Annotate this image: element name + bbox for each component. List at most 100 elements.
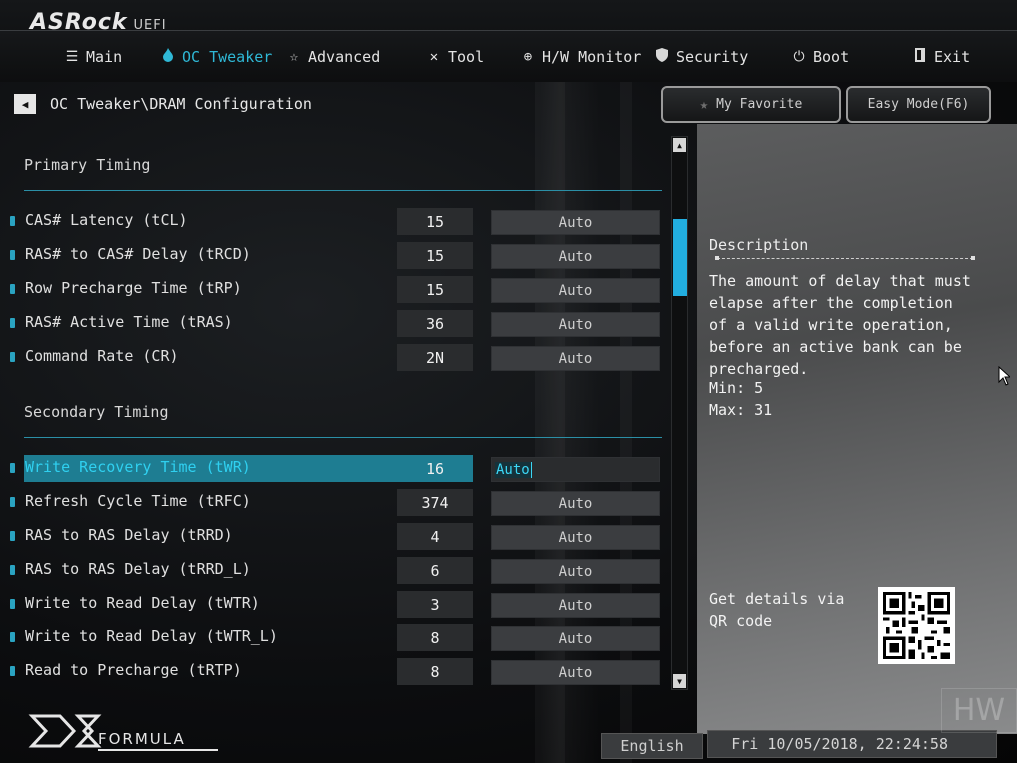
setting-row[interactable]: Write to Read Delay (tWTR_L) 8 Auto xyxy=(10,624,662,651)
current-value: 8 xyxy=(397,624,473,651)
section-divider xyxy=(24,190,662,191)
current-value: 2N xyxy=(397,344,473,371)
row-marker xyxy=(10,284,15,294)
setting-row[interactable]: RAS# to CAS# Delay (tRCD) 15 Auto xyxy=(10,242,662,269)
current-value: 3 xyxy=(397,591,473,618)
setting-row[interactable]: RAS# Active Time (tRAS) 36 Auto xyxy=(10,310,662,337)
current-value: 36 xyxy=(397,310,473,337)
easy-mode-label: Easy Mode(F6) xyxy=(867,97,970,112)
star-outline-icon: ☆ xyxy=(289,49,299,65)
scroll-up-arrow-icon[interactable]: ▲ xyxy=(673,138,686,152)
setting-option-field[interactable]: Auto xyxy=(491,491,660,516)
current-value: 8 xyxy=(397,658,473,685)
description-title: Description xyxy=(709,236,809,254)
tab-hw-monitor[interactable]: ⊕ H/W Monitor xyxy=(520,48,642,66)
shield-icon xyxy=(654,48,670,66)
exit-door-icon xyxy=(912,48,928,66)
tab-tool[interactable]: ✕ Tool xyxy=(426,48,484,66)
tab-main[interactable]: ☰ Main xyxy=(64,48,122,66)
setting-row[interactable]: Refresh Cycle Time (tRFC) 374 Auto xyxy=(10,489,662,516)
language-selector[interactable]: English xyxy=(601,733,703,759)
setting-row-selected[interactable]: Write Recovery Time (tWR) 16 Auto xyxy=(10,455,662,482)
breadcrumb: ◀ OC Tweaker\DRAM Configuration xyxy=(14,94,312,114)
setting-row[interactable]: CAS# Latency (tCL) 15 Auto xyxy=(10,208,662,235)
flame-icon xyxy=(160,48,176,66)
tab-security[interactable]: Security xyxy=(654,48,748,66)
setting-label: RAS# to CAS# Delay (tRCD) xyxy=(25,245,251,263)
description-panel xyxy=(697,124,1017,734)
setting-option-field[interactable]: Auto xyxy=(491,525,660,550)
monitor-target-icon: ⊕ xyxy=(523,49,533,65)
tab-label: Boot xyxy=(813,48,850,66)
scroll-down-arrow-icon[interactable]: ▼ xyxy=(673,674,686,688)
row-marker xyxy=(10,216,15,226)
setting-row[interactable]: Row Precharge Time (tRP) 15 Auto xyxy=(10,276,662,303)
back-arrow-icon[interactable]: ◀ xyxy=(14,94,36,114)
setting-label: Write Recovery Time (tWR) xyxy=(25,458,251,476)
row-marker xyxy=(10,318,15,328)
setting-label: RAS to RAS Delay (tRRD_L) xyxy=(25,560,251,578)
current-value: 6 xyxy=(397,557,473,584)
current-value: 15 xyxy=(397,208,473,235)
row-marker xyxy=(10,666,15,676)
setting-option-field[interactable]: Auto xyxy=(491,559,660,584)
setting-label: CAS# Latency (tCL) xyxy=(25,211,188,229)
current-value: 4 xyxy=(397,523,473,550)
qr-code-icon xyxy=(878,587,955,664)
row-marker xyxy=(10,565,15,575)
setting-option-field[interactable]: Auto xyxy=(491,346,660,371)
power-icon: ⏻ xyxy=(793,49,805,65)
setting-option-field[interactable]: Auto xyxy=(491,660,660,685)
row-marker xyxy=(10,632,15,642)
tab-label: Advanced xyxy=(308,48,381,66)
easy-mode-button[interactable]: Easy Mode(F6) xyxy=(846,86,991,123)
tab-label: Tool xyxy=(448,48,485,66)
my-favorite-button[interactable]: ★ My Favorite xyxy=(661,86,841,123)
tab-label: Exit xyxy=(934,48,971,66)
my-favorite-label: My Favorite xyxy=(716,97,803,112)
scrollbar-thumb[interactable] xyxy=(673,219,687,296)
setting-label: RAS# Active Time (tRAS) xyxy=(25,313,233,331)
tab-boot[interactable]: ⏻ Boot xyxy=(791,48,849,66)
tab-label: H/W Monitor xyxy=(542,48,642,66)
row-marker xyxy=(10,599,15,609)
setting-row[interactable]: RAS to RAS Delay (tRRD) 4 Auto xyxy=(10,523,662,550)
setting-label: Write to Read Delay (tWTR_L) xyxy=(25,627,278,645)
row-marker xyxy=(10,497,15,507)
setting-label: RAS to RAS Delay (tRRD) xyxy=(25,526,233,544)
tab-advanced[interactable]: ☆ Advanced xyxy=(286,48,380,66)
star-icon: ★ xyxy=(699,96,709,113)
current-value: 374 xyxy=(397,489,473,516)
description-text: The amount of delay that must elapse aft… xyxy=(709,272,971,378)
setting-option-field[interactable]: Auto xyxy=(491,626,660,651)
tab-exit[interactable]: Exit xyxy=(912,48,970,66)
tab-oc-tweaker[interactable]: OC Tweaker xyxy=(160,48,272,66)
row-marker xyxy=(10,531,15,541)
setting-option-field[interactable]: Auto xyxy=(491,244,660,269)
list-icon: ☰ xyxy=(65,49,79,65)
setting-row[interactable]: RAS to RAS Delay (tRRD_L) 6 Auto xyxy=(10,557,662,584)
qr-caption: Get details via QR code xyxy=(709,590,845,630)
mouse-cursor-icon xyxy=(998,366,1010,386)
row-marker xyxy=(10,250,15,260)
setting-option-input[interactable]: Auto xyxy=(491,457,660,482)
setting-row[interactable]: Command Rate (CR) 2N Auto xyxy=(10,344,662,371)
datetime-display: Fri 10/05/2018, 22:24:58 xyxy=(707,730,997,758)
setting-option-field[interactable]: Auto xyxy=(491,312,660,337)
divider-dot xyxy=(971,256,975,260)
current-value: 16 xyxy=(397,455,473,482)
scrollbar[interactable]: ▲ ▼ xyxy=(671,136,688,690)
setting-label: Read to Precharge (tRTP) xyxy=(25,661,242,679)
formula-brand-text: FORMULA xyxy=(98,730,186,748)
setting-option-field[interactable]: Auto xyxy=(491,210,660,235)
setting-label: Row Precharge Time (tRP) xyxy=(25,279,242,297)
setting-option-field[interactable]: Auto xyxy=(491,593,660,618)
section-title-primary: Primary Timing xyxy=(24,156,151,174)
setting-option-field[interactable]: Auto xyxy=(491,278,660,303)
tab-label: Main xyxy=(86,48,123,66)
option-input-text: Auto xyxy=(495,461,532,478)
setting-row[interactable]: Write to Read Delay (tWTR) 3 Auto xyxy=(10,591,662,618)
watermark: HW xyxy=(941,688,1017,733)
section-title-secondary: Secondary Timing xyxy=(24,403,169,421)
setting-row[interactable]: Read to Precharge (tRTP) 8 Auto xyxy=(10,658,662,685)
